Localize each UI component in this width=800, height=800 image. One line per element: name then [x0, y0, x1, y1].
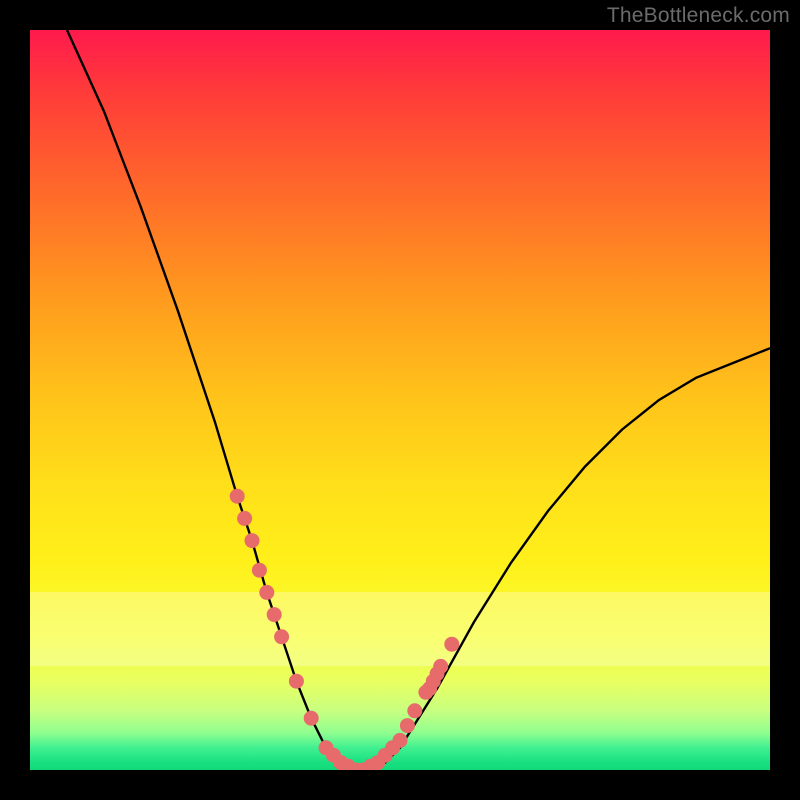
bottleneck-curve [67, 30, 770, 770]
marker-point [274, 629, 289, 644]
curve-layer [30, 30, 770, 770]
highlighted-points [230, 489, 460, 770]
marker-point [393, 733, 408, 748]
marker-point [245, 533, 260, 548]
marker-point [433, 659, 448, 674]
chart-frame: TheBottleneck.com [0, 0, 800, 800]
marker-point [407, 703, 422, 718]
plot-area [30, 30, 770, 770]
marker-point [237, 511, 252, 526]
marker-point [259, 585, 274, 600]
marker-point [267, 607, 282, 622]
marker-point [289, 674, 304, 689]
marker-point [230, 489, 245, 504]
marker-point [252, 563, 267, 578]
marker-point [400, 718, 415, 733]
marker-point [444, 637, 459, 652]
marker-point [304, 711, 319, 726]
watermark-text: TheBottleneck.com [607, 4, 790, 28]
